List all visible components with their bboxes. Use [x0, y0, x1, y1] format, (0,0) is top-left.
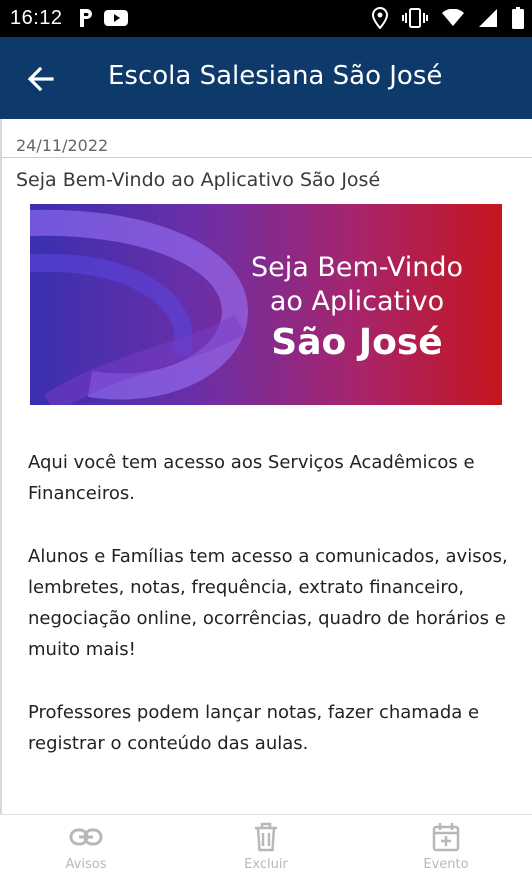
avisos-button[interactable]: Avisos: [26, 821, 146, 872]
wifi-icon: [442, 9, 464, 27]
welcome-banner-image: Seja Bem-Vindo ao Aplicativo São José: [30, 204, 502, 405]
trash-icon: [206, 821, 326, 853]
cellular-signal-icon: [478, 8, 498, 28]
status-time: 16:12: [10, 7, 63, 29]
post-paragraph: Aqui você tem acesso aos Serviços Acadêm…: [28, 452, 475, 504]
banner-text-line1: Seja Bem-Vindo: [250, 252, 464, 283]
status-bar: 16:12: [0, 0, 532, 37]
battery-icon: [512, 7, 524, 29]
date-divider: [0, 157, 532, 158]
post-date: 24/11/2022: [16, 136, 109, 155]
excluir-button[interactable]: Excluir: [206, 821, 326, 872]
youtube-notification-icon: [104, 9, 128, 27]
bottom-action-bar: Avisos Excluir Evento: [0, 814, 532, 876]
vibrate-icon: [402, 8, 428, 28]
page-title: Escola Salesiana São José: [108, 61, 443, 91]
post-body: Aqui você tem acesso aos Serviços Acadêm…: [28, 447, 518, 791]
link-icon: [26, 821, 146, 853]
parking-notification-icon: [78, 8, 94, 28]
excluir-label: Excluir: [244, 857, 288, 872]
back-button[interactable]: [22, 59, 62, 99]
post-content[interactable]: 24/11/2022 Seja Bem-Vindo ao Aplicativo …: [0, 119, 532, 814]
calendar-add-icon: [386, 821, 506, 853]
left-divider: [0, 119, 2, 814]
banner-text-line2: ao Aplicativo: [269, 286, 445, 317]
avisos-label: Avisos: [65, 857, 107, 872]
post-paragraph: Professores podem lançar notas, fazer ch…: [28, 702, 480, 754]
evento-button[interactable]: Evento: [386, 821, 506, 872]
location-icon: [372, 7, 388, 29]
post-paragraph: Alunos e Famílias tem acesso a comunicad…: [28, 546, 508, 660]
post-title: Seja Bem-Vindo ao Aplicativo São José: [16, 169, 381, 191]
evento-label: Evento: [423, 857, 469, 872]
app-bar: Escola Salesiana São José: [0, 37, 532, 119]
banner-text-line3: São José: [271, 322, 443, 363]
arrow-left-icon: [22, 59, 62, 99]
